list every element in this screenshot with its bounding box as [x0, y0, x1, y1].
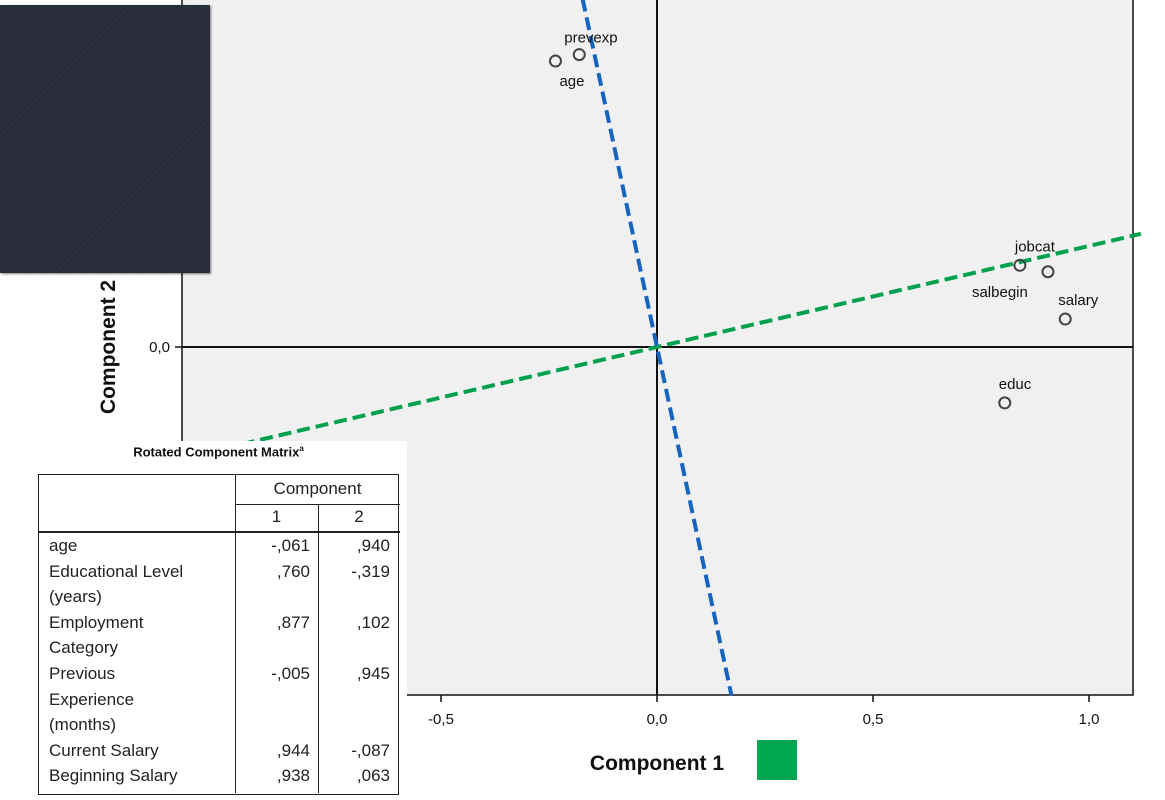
point-label-jobcat: jobcat [1014, 238, 1056, 255]
matrix-table: Component 1 2 age -,061 ,940 Educational Level… [38, 474, 400, 795]
matrix-cell: ,063 [356, 766, 390, 786]
matrix-component-header: Component [273, 479, 362, 498]
matrix-title-footnote: a [299, 444, 304, 453]
point-label-salbegin: salbegin [972, 284, 1028, 301]
x-axis-title: Component 1 [590, 752, 724, 775]
matrix-column-header: 2 [354, 507, 364, 526]
matrix-row-label: age [49, 536, 78, 555]
rotated-component-matrix: Rotated Component Matrixa Component 1 2 age… [30, 441, 407, 800]
matrix-title: Rotated Component Matrixa [30, 444, 407, 459]
matrix-cell: ,945 [356, 664, 390, 683]
point-label-salary: salary [1058, 292, 1099, 309]
matrix-row-label: (years) [49, 587, 102, 607]
matrix-cell: -,319 [351, 561, 390, 581]
x-tick-label: -0,5 [428, 711, 454, 728]
green-color-swatch [757, 740, 797, 780]
matrix-row-label: Beginning Salary [49, 766, 178, 786]
matrix-row-label: Employment [49, 612, 144, 632]
matrix-cell: ,760 [276, 561, 310, 581]
matrix-cell: ,938 [276, 766, 310, 786]
point-label-prevexp: prevexp [564, 30, 617, 47]
matrix-cell: ,940 [356, 536, 390, 555]
matrix-title-text: Rotated Component Matrix [133, 444, 300, 460]
matrix-column-header: 1 [271, 507, 282, 526]
matrix-row-label: Current Salary [49, 740, 159, 760]
matrix-row-label: Experience [49, 689, 135, 709]
point-label-educ: educ [999, 376, 1032, 393]
matrix-cell: -,087 [351, 740, 390, 760]
matrix-cell: -,061 [271, 536, 310, 555]
point-label-age: age [559, 73, 584, 90]
y-axis-ticks: 0,0 [149, 339, 182, 356]
matrix-row-label: Category [49, 638, 118, 658]
overlay-panel [0, 5, 210, 273]
matrix-cell: -,005 [271, 664, 310, 683]
x-axis-ticks: -0,5 0,0 0,5 1,0 [428, 695, 1099, 728]
x-tick-label: 1,0 [1079, 711, 1100, 728]
matrix-cell: ,102 [356, 612, 390, 632]
x-tick-label: 0,0 [647, 711, 668, 728]
y-axis-title: Component 2 [97, 280, 120, 414]
y-tick-label: 0,0 [149, 339, 170, 356]
matrix-row-label: (months) [49, 715, 117, 735]
matrix-cell: ,944 [276, 740, 310, 760]
matrix-cell: ,877 [276, 612, 310, 632]
matrix-row-label: Educational Level [49, 561, 184, 581]
x-tick-label: 0,5 [863, 711, 884, 728]
matrix-row-label: Previous [49, 664, 116, 683]
